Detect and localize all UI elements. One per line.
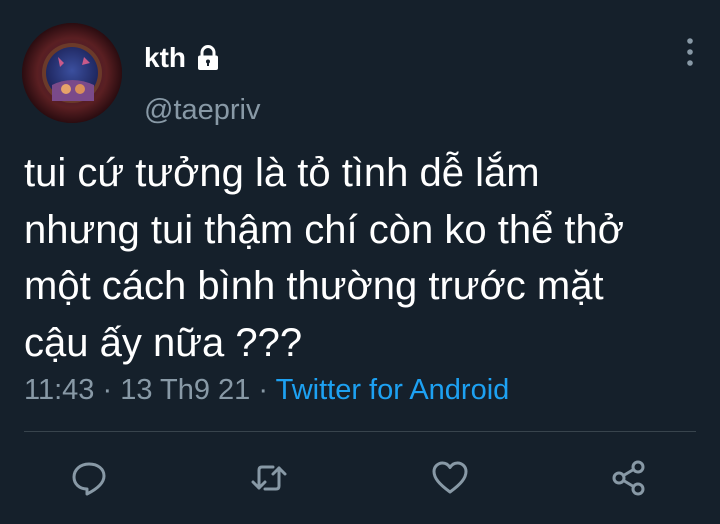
tweet-text: tui cứ tưởng là tỏ tình dễ lắm nhưng tui…	[24, 151, 625, 365]
author-handle[interactable]: @taepriv	[144, 90, 260, 130]
more-vertical-icon[interactable]	[680, 36, 700, 68]
retweet-icon	[251, 465, 287, 491]
reply-button[interactable]	[67, 456, 111, 500]
reply-icon	[72, 462, 106, 496]
avatar-image	[22, 23, 122, 123]
tweet-time: 11:43	[24, 374, 95, 406]
tweet-source-link[interactable]: Twitter for Android	[276, 374, 510, 406]
tweet-date: 13 Th9 21	[120, 374, 251, 406]
meta-separator: ·	[258, 374, 269, 406]
avatar[interactable]	[22, 23, 122, 123]
retweet-button[interactable]	[247, 456, 291, 500]
display-name: kth	[144, 42, 186, 73]
divider	[24, 431, 696, 432]
author-name-row[interactable]: kth	[144, 38, 220, 78]
share-icon	[612, 460, 645, 496]
heart-icon	[432, 461, 468, 494]
share-button[interactable]	[607, 456, 651, 500]
lock-icon	[198, 45, 218, 70]
tweet-meta: 11:43 · 13 Th9 21 · Twitter for Android	[24, 370, 509, 410]
meta-separator: ·	[102, 374, 113, 406]
like-button[interactable]	[428, 456, 472, 500]
